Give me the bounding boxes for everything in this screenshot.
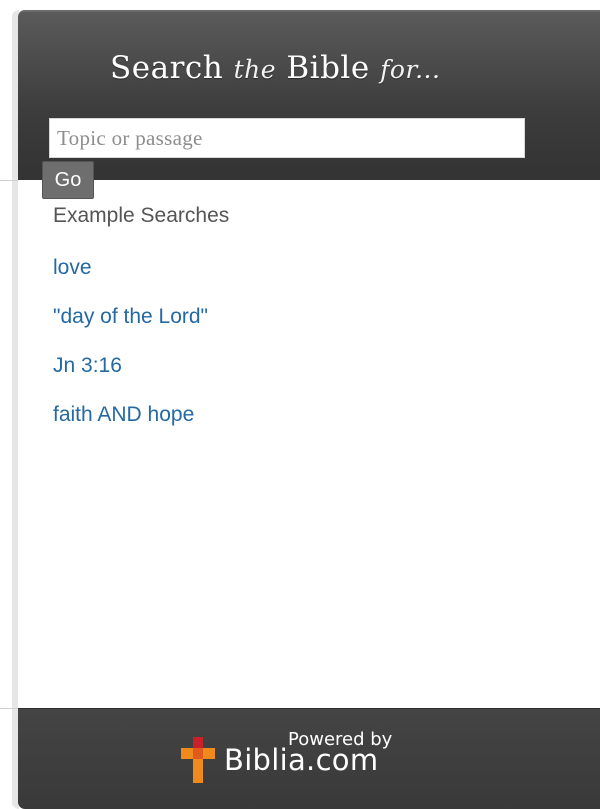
title-word-the: the — [233, 55, 277, 84]
go-button[interactable]: Go — [42, 161, 94, 199]
example-link-love[interactable]: love — [53, 256, 92, 279]
widget-footer: Powered by Biblia.com — [18, 708, 600, 809]
example-link-jn-3-16[interactable]: Jn 3:16 — [53, 354, 122, 377]
biblia-cross-icon — [181, 737, 215, 783]
examples-heading: Example Searches — [53, 204, 230, 227]
list-item: love — [53, 254, 208, 303]
widget-header: Search the Bible for... — [18, 10, 600, 180]
examples-panel: Example Searches love "day of the Lord" … — [18, 180, 600, 708]
edge-divider — [0, 708, 19, 709]
widget-title: Search the Bible for... — [110, 50, 440, 86]
list-item: "day of the Lord" — [53, 303, 208, 352]
biblia-brand-link[interactable]: Powered by Biblia.com — [181, 729, 461, 783]
example-link-day-of-the-lord[interactable]: "day of the Lord" — [53, 305, 208, 328]
title-word-bible: Bible — [286, 50, 370, 86]
examples-list: love "day of the Lord" Jn 3:16 faith AND… — [53, 254, 208, 450]
title-word-search: Search — [110, 50, 224, 86]
list-item: Jn 3:16 — [53, 352, 208, 401]
header-highlight — [18, 10, 600, 12]
edge-divider — [0, 180, 19, 181]
brand-name: Biblia.com — [224, 743, 379, 777]
example-link-faith-and-hope[interactable]: faith AND hope — [53, 403, 194, 426]
list-item: faith AND hope — [53, 401, 208, 450]
bible-search-widget: Search the Bible for... Example Searches… — [18, 10, 600, 809]
title-word-for: for... — [380, 55, 441, 84]
search-input[interactable] — [49, 118, 525, 158]
